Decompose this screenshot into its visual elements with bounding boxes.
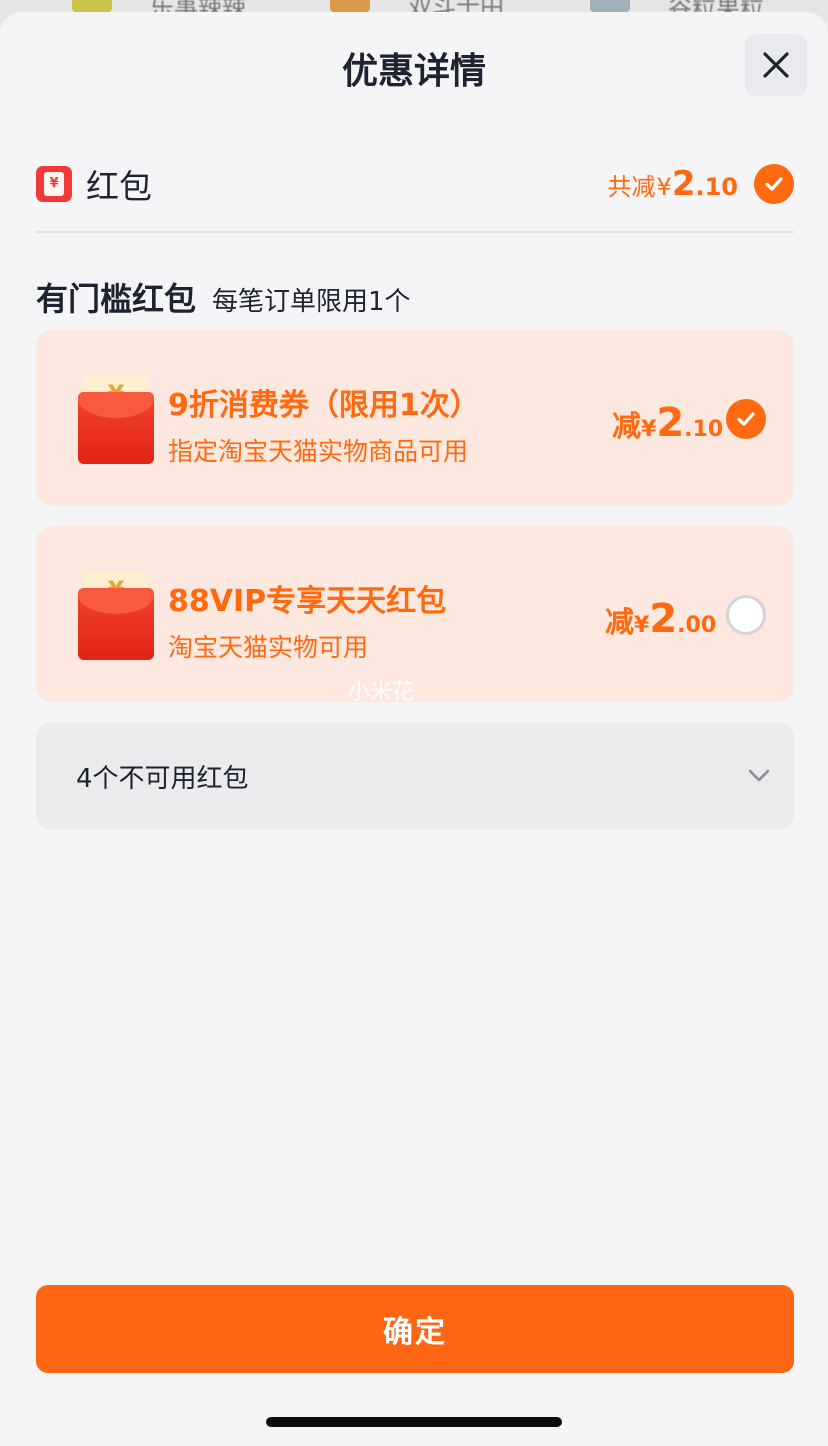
coupon-title: 9折消费券（限用1次） (168, 388, 480, 423)
amount-currency: ¥ (641, 417, 657, 442)
red-packet-checkbox[interactable] (754, 164, 794, 204)
red-envelope-icon: ¥ (78, 376, 154, 464)
watermark: 小米花 (348, 680, 415, 705)
total-prefix: 共减 (607, 173, 656, 201)
total-decimal: .10 (695, 173, 738, 201)
home-indicator (266, 1417, 562, 1427)
divider (36, 231, 794, 233)
amount-integer: 2 (649, 596, 678, 642)
coupon-amount: 减 ¥ 2 .00 (605, 596, 716, 642)
coupon-description: 淘宝天猫实物可用 (168, 633, 369, 662)
amount-decimal: .00 (677, 613, 717, 638)
red-packet-icon: ¥ (36, 166, 72, 202)
red-packet-label: 红包 (86, 167, 152, 206)
sheet-title: 优惠详情 (341, 51, 486, 92)
product-thumb-1 (72, 0, 112, 12)
close-button[interactable] (745, 34, 807, 96)
red-envelope-icon: ¥ (78, 572, 154, 660)
amount-prefix: 减 (605, 605, 635, 639)
coupon-amount: 减 ¥ 2 .10 (612, 400, 723, 446)
total-currency: ¥ (656, 173, 672, 201)
unavailable-red-packets-toggle[interactable]: 4个不可用红包 (36, 723, 794, 829)
product-thumb-2 (330, 0, 370, 12)
unavailable-label: 4个不可用红包 (76, 763, 249, 794)
chevron-down-icon (748, 769, 770, 782)
coupon-checkbox-checked[interactable] (726, 399, 766, 439)
coupon-description: 指定淘宝天猫实物商品可用 (168, 437, 469, 466)
product-thumb-3 (590, 0, 630, 12)
coupon-radio-unchecked[interactable] (726, 595, 766, 635)
amount-prefix: 减 (612, 409, 642, 443)
total-integer: 2 (671, 164, 696, 204)
red-packet-summary-row[interactable]: ¥ 红包 共减 ¥ 2 .10 (36, 148, 794, 220)
coupon-card-1[interactable]: ¥ 9折消费券（限用1次） 指定淘宝天猫实物商品可用 减 ¥ 2 .10 (36, 330, 794, 506)
confirm-button[interactable]: 确定 (36, 1285, 794, 1373)
check-icon (765, 177, 783, 191)
amount-decimal: .10 (684, 417, 724, 442)
close-icon (763, 52, 789, 78)
amount-currency: ¥ (634, 613, 650, 638)
coupon-card-2[interactable]: ¥ 88VIP专享天天红包 淘宝天猫实物可用 减 ¥ 2 .00 (36, 526, 794, 702)
section-heading: 有门槛红包 每笔订单限用1个 (36, 274, 411, 320)
amount-integer: 2 (656, 400, 685, 446)
red-packet-total: 共减 ¥ 2 .10 (608, 164, 738, 204)
check-icon (737, 412, 755, 426)
coupon-title: 88VIP专享天天红包 (168, 584, 447, 619)
discount-detail-sheet: 优惠详情 ¥ 红包 共减 ¥ 2 .10 有门槛红包 每笔订单限用1个 ¥ (0, 12, 828, 1446)
section-subtitle: 每笔订单限用1个 (212, 287, 411, 317)
section-title: 有门槛红包 (36, 280, 197, 318)
